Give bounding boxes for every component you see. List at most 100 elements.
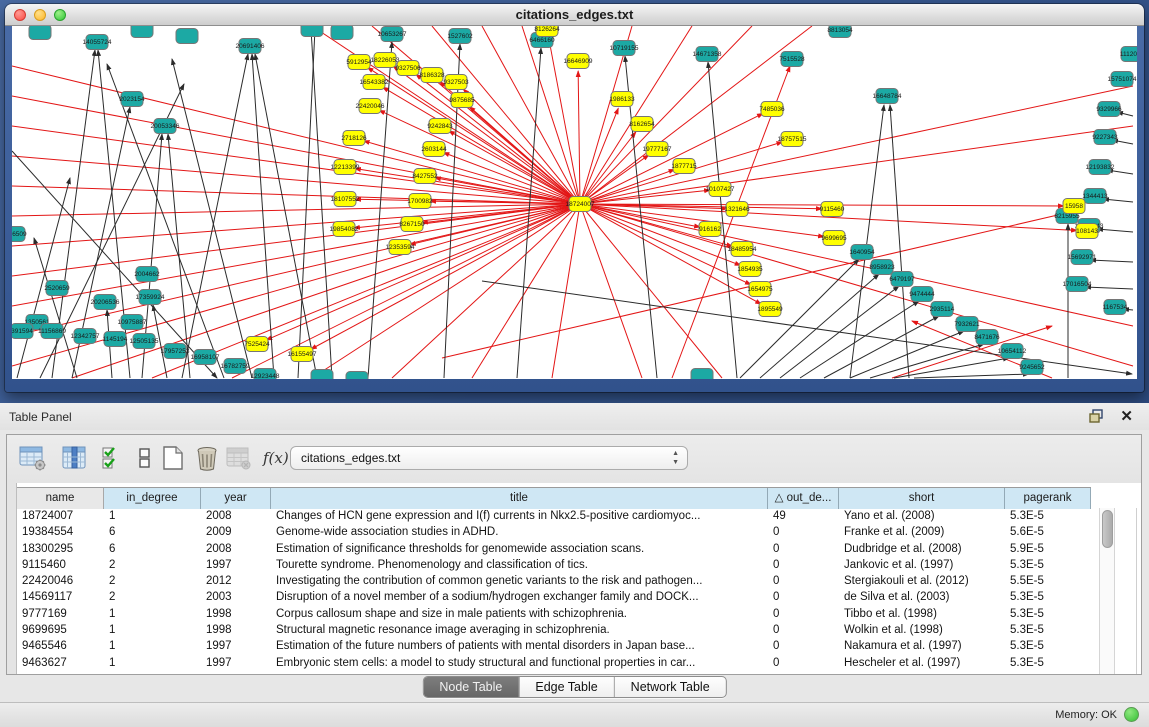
- graph-node[interactable]: 10719155: [610, 41, 639, 56]
- graph-node[interactable]: 9699695: [821, 231, 847, 246]
- table-cell[interactable]: Hescheler et al. (1997): [839, 655, 1005, 671]
- graph-node[interactable]: 12923448: [251, 369, 280, 380]
- table-cell[interactable]: Tibbo et al. (1998): [839, 606, 1005, 622]
- graph-node[interactable]: 17016504: [1063, 277, 1092, 292]
- graph-node[interactable]: 7485036: [759, 102, 785, 117]
- graph-node[interactable]: 9875685: [449, 93, 475, 108]
- column-header-name[interactable]: name: [17, 488, 104, 509]
- red-edge[interactable]: [432, 26, 580, 204]
- table-cell[interactable]: 1: [104, 508, 201, 524]
- table-cell[interactable]: Disruption of a novel member of a sodium…: [271, 589, 768, 605]
- graph-node[interactable]: [346, 372, 368, 380]
- graph-node[interactable]: 16646909: [564, 54, 593, 69]
- table-cell[interactable]: 2008: [201, 508, 271, 524]
- table-cell[interactable]: 6: [104, 524, 201, 540]
- table-cell[interactable]: 14569117: [17, 589, 104, 605]
- column-header-short[interactable]: short: [839, 488, 1005, 509]
- table-cell[interactable]: Investigating the contribution of common…: [271, 573, 768, 589]
- table-cell[interactable]: 2: [104, 573, 201, 589]
- red-edge[interactable]: [312, 26, 580, 204]
- table-cell[interactable]: 1: [104, 655, 201, 671]
- graph-node[interactable]: 8813054: [827, 26, 853, 38]
- table-cell[interactable]: Tourette syndrome. Phenomenology and cla…: [271, 557, 768, 573]
- table-cell[interactable]: 2: [104, 589, 201, 605]
- graph-node[interactable]: [29, 26, 51, 40]
- table-row[interactable]: 1938455462009Genome-wide association stu…: [17, 524, 1141, 540]
- graph-node[interactable]: 20053346: [151, 119, 180, 134]
- table-cell[interactable]: 2: [104, 557, 201, 573]
- black-edge[interactable]: [255, 54, 317, 378]
- scrollbar-thumb[interactable]: [1102, 510, 1113, 548]
- graph-node[interactable]: 12193832: [1086, 160, 1115, 175]
- graph-node[interactable]: 2603144: [421, 142, 447, 157]
- table-cell[interactable]: 5.3E-5: [1005, 557, 1091, 573]
- graph-node[interactable]: [301, 26, 323, 37]
- red-edge[interactable]: [552, 204, 580, 378]
- table-cell[interactable]: 0: [768, 606, 839, 622]
- table-cell[interactable]: 9463627: [17, 655, 104, 671]
- graph-node[interactable]: 5912954: [346, 55, 372, 70]
- column-header-in_degree[interactable]: in_degree: [104, 488, 201, 509]
- new-document-icon[interactable]: [159, 445, 187, 471]
- table-cell[interactable]: Changes of HCN gene expression and I(f) …: [271, 508, 768, 524]
- red-edge[interactable]: [580, 204, 642, 378]
- red-edge[interactable]: [580, 113, 763, 204]
- graph-node[interactable]: 10975887: [118, 315, 147, 330]
- black-edge[interactable]: [1085, 287, 1133, 289]
- graph-node[interactable]: 12342757: [71, 329, 100, 344]
- graph-node[interactable]: 6479197: [889, 272, 915, 287]
- table-cell[interactable]: 18300295: [17, 541, 104, 557]
- table-cell[interactable]: 5.6E-5: [1005, 524, 1091, 540]
- graph-node[interactable]: 15958: [1063, 199, 1085, 214]
- graph-node[interactable]: 8471676: [974, 330, 1000, 345]
- black-edge[interactable]: [517, 48, 541, 378]
- table-cell[interactable]: de Silva et al. (2003): [839, 589, 1005, 605]
- table-cell[interactable]: 1998: [201, 622, 271, 638]
- table-row[interactable]: 2242004622012Investigating the contribut…: [17, 573, 1141, 589]
- black-edge[interactable]: [311, 29, 332, 378]
- graph-node[interactable]: 15692971: [1068, 250, 1097, 265]
- table-cell[interactable]: Corpus callosum shape and size in male p…: [271, 606, 768, 622]
- tab-network-table[interactable]: Network Table: [615, 677, 726, 697]
- red-edge[interactable]: [12, 204, 580, 306]
- table-settings-icon[interactable]: [19, 445, 47, 471]
- table-source-select[interactable]: citations_edges.txt ▲▼: [290, 446, 688, 470]
- graph-node[interactable]: 12353594: [386, 240, 415, 255]
- table-cell[interactable]: 9777169: [17, 606, 104, 622]
- table-cell[interactable]: 0: [768, 541, 839, 557]
- table-cell[interactable]: 0: [768, 622, 839, 638]
- graph-node[interactable]: [691, 369, 713, 380]
- table-cell[interactable]: 2009: [201, 524, 271, 540]
- red-edge[interactable]: [12, 126, 580, 204]
- table-cell[interactable]: Jankovic et al. (1997): [839, 557, 1005, 573]
- table-cell[interactable]: 1997: [201, 638, 271, 654]
- graph-node[interactable]: 1344413: [1082, 189, 1108, 204]
- table-cell[interactable]: 6: [104, 541, 201, 557]
- graph-node[interactable]: [176, 29, 198, 44]
- red-edge[interactable]: [12, 66, 580, 204]
- red-edge[interactable]: [580, 26, 692, 204]
- column-header-title[interactable]: title: [271, 488, 768, 509]
- table-cell[interactable]: 1997: [201, 557, 271, 573]
- graph-node[interactable]: 16543382: [360, 75, 389, 90]
- graph-node[interactable]: 9227343: [1092, 130, 1118, 145]
- graph-node[interactable]: 7525424: [244, 337, 270, 352]
- graph-node[interactable]: 2023154: [119, 92, 145, 107]
- delete-trash-icon[interactable]: [193, 445, 221, 471]
- window-titlebar[interactable]: citations_edges.txt: [5, 4, 1144, 26]
- table-row[interactable]: 946362711997Embryonic stem cells: a mode…: [17, 655, 1141, 671]
- table-cell[interactable]: 5.3E-5: [1005, 638, 1091, 654]
- table-cell[interactable]: 5.3E-5: [1005, 606, 1091, 622]
- memory-ok-indicator[interactable]: [1124, 707, 1139, 722]
- graph-node[interactable]: 1167534: [1103, 300, 1128, 315]
- close-panel-icon[interactable]: ✕: [1120, 407, 1133, 425]
- table-cell[interactable]: 9465546: [17, 638, 104, 654]
- graph-node[interactable]: 391594: [12, 324, 33, 339]
- graph-node[interactable]: 1895549: [757, 302, 783, 317]
- graph-node[interactable]: 16782759: [221, 359, 250, 374]
- table-cell[interactable]: Structural magnetic resonance image aver…: [271, 622, 768, 638]
- table-row[interactable]: 1830029562008Estimation of significance …: [17, 541, 1141, 557]
- table-cell[interactable]: 0: [768, 573, 839, 589]
- table-cell[interactable]: Stergiakouli et al. (2012): [839, 573, 1005, 589]
- graph-node[interactable]: 7932621: [954, 317, 980, 332]
